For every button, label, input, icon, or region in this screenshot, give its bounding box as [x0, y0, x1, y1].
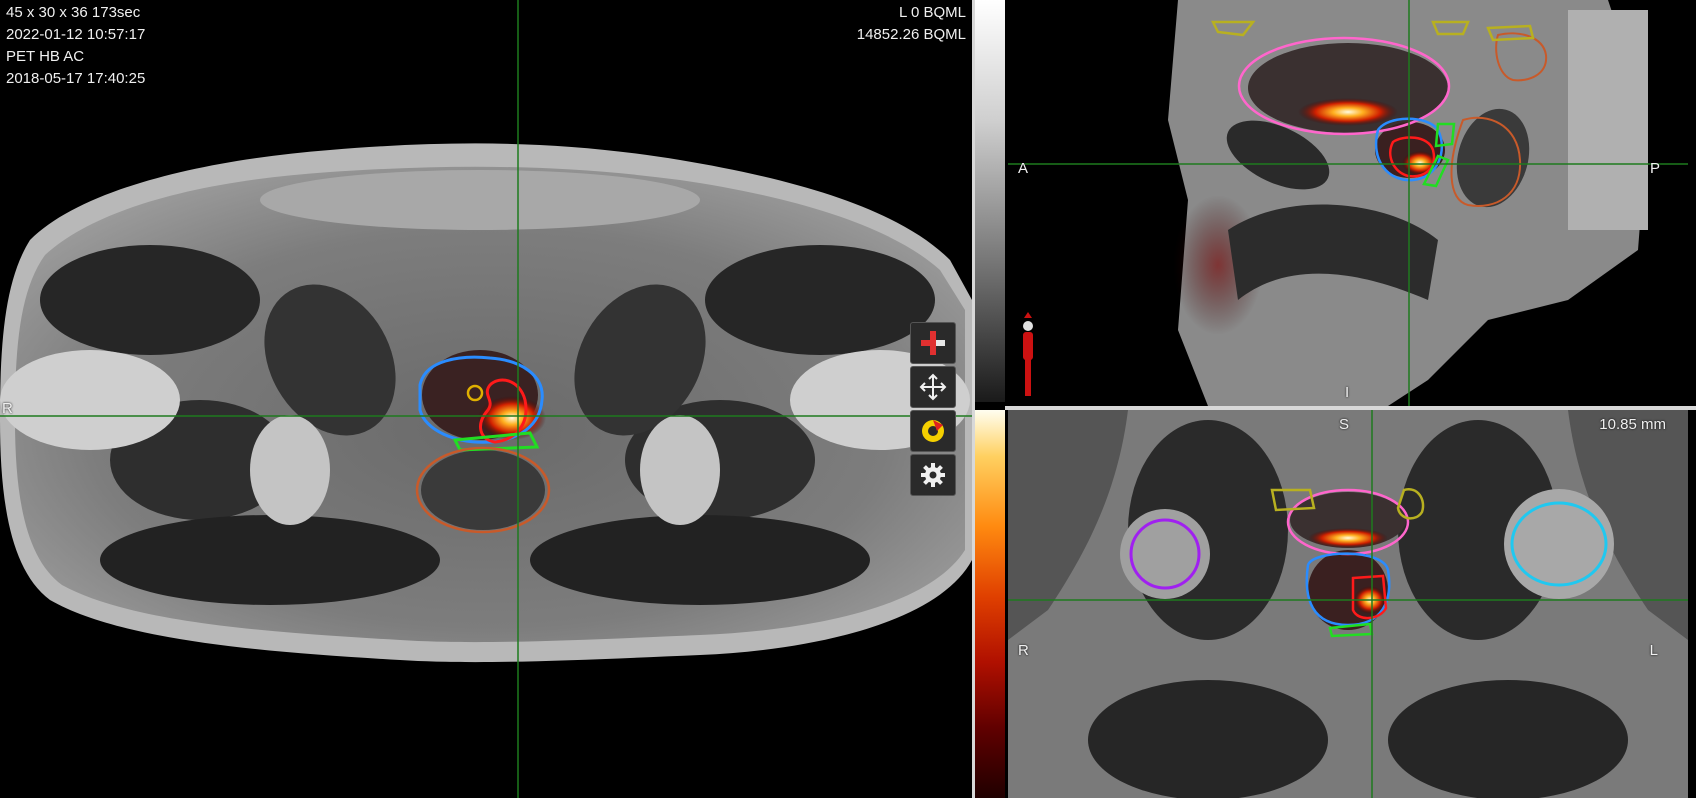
- coronal-muscle: [1088, 680, 1328, 798]
- axial-muscle: [530, 515, 870, 605]
- coronal-orientation-right: R: [1018, 642, 1029, 659]
- axial-muscle: [705, 245, 935, 355]
- window-level-info: L 0 BQML 14852.26 BQML: [857, 2, 966, 46]
- window-min-value: L 0 BQML: [899, 4, 966, 21]
- pet-hot-colorbar: [975, 410, 1005, 798]
- sagittal-scan-image[interactable]: [1008, 0, 1688, 406]
- axial-info-block: 45 x 30 x 36 173sec 2022-01-12 10:57:17 …: [6, 2, 145, 90]
- crosshair-tool-button[interactable]: [910, 322, 956, 364]
- axial-view-pane[interactable]: 45 x 30 x 36 173sec 2022-01-12 10:57:17 …: [0, 0, 972, 798]
- sagittal-orientation-anterior: A: [1018, 160, 1029, 177]
- current-datetime: 2022-01-12 10:57:17: [6, 26, 146, 43]
- axial-bone: [640, 415, 720, 525]
- coronal-orientation-superior: S: [1339, 416, 1350, 433]
- axial-bone: [250, 415, 330, 525]
- axial-femoral-head: [0, 350, 180, 450]
- coronal-femoral-head-right: [1120, 509, 1210, 599]
- settings-gear-icon: [921, 463, 945, 487]
- view-divider-vertical[interactable]: [972, 0, 975, 798]
- coronal-view-pane[interactable]: S R L 10.85 mm: [1008, 410, 1688, 798]
- axial-fat: [260, 170, 700, 230]
- series-name: PET HB AC: [6, 48, 85, 65]
- crosshair-plus-icon: [921, 331, 945, 355]
- patient-orientation-figure-icon: [1023, 312, 1033, 396]
- grayscale-colorbar: [975, 0, 1005, 402]
- axial-scan-image[interactable]: [0, 0, 972, 798]
- pan-move-icon: [919, 373, 947, 401]
- pan-tool-button[interactable]: [910, 366, 956, 408]
- sagittal-view-pane[interactable]: A P I: [1008, 0, 1688, 406]
- sagittal-sacrum: [1568, 10, 1648, 230]
- rotate-reset-icon: [922, 420, 944, 442]
- axial-muscle: [100, 515, 440, 605]
- study-datetime: 2018-05-17 17:40:25: [6, 70, 146, 87]
- coronal-orientation-left: L: [1649, 642, 1658, 659]
- acquisition-info: 45 x 30 x 36 173sec: [6, 4, 141, 21]
- coronal-femoral-head-left: [1504, 489, 1614, 599]
- axial-rectum: [421, 450, 545, 530]
- window-max-value: 14852.26 BQML: [856, 26, 966, 43]
- coronal-scan-image[interactable]: [1008, 410, 1688, 798]
- settings-tool-button[interactable]: [910, 454, 956, 496]
- sagittal-orientation-inferior: I: [1345, 384, 1350, 401]
- coronal-pet-uptake-bladder: [1308, 528, 1388, 548]
- axial-muscle: [40, 245, 260, 355]
- axial-orientation-right: R: [2, 400, 13, 417]
- slice-thickness-label: 10.85 mm: [1599, 416, 1666, 433]
- rotate-tool-button[interactable]: [910, 410, 956, 452]
- sagittal-orientation-posterior: P: [1649, 160, 1660, 177]
- sagittal-pet-uptake: [1298, 98, 1398, 126]
- coronal-muscle: [1388, 680, 1628, 798]
